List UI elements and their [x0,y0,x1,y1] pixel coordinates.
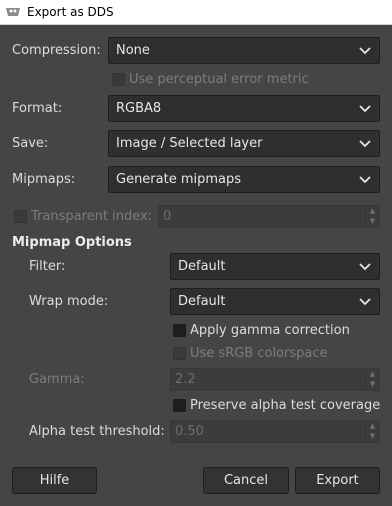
format-value: RGBA8 [116,101,162,116]
preserve-alpha-checkbox[interactable]: Preserve alpha test coverage [173,398,380,413]
alpha-threshold-label: Alpha test threshold: [29,424,165,439]
gimp-icon [5,5,21,19]
chevron-down-icon [359,298,371,306]
mipmap-options-heading: Mipmap Options [12,235,132,250]
chevron-down-icon [359,105,371,113]
spin-arrows[interactable]: ▲ ▼ [365,369,379,390]
format-label: Format: [12,101,63,116]
checkbox-box [173,399,186,412]
chevron-down-icon [359,263,371,271]
format-dropdown[interactable]: RGBA8 [108,95,380,122]
triangle-down-icon[interactable]: ▼ [366,379,379,389]
triangle-up-icon[interactable]: ▲ [366,369,379,379]
triangle-down-icon[interactable]: ▼ [366,431,379,441]
window-title: Export as DDS [27,5,114,19]
help-button[interactable]: Hilfe [12,467,97,494]
save-label: Save: [12,136,49,151]
checkbox-box [14,210,27,223]
triangle-up-icon[interactable]: ▲ [366,421,379,431]
checkbox-box [173,324,186,337]
triangle-down-icon[interactable]: ▼ [366,216,379,226]
mipmaps-dropdown[interactable]: Generate mipmaps [108,166,380,193]
gamma-correction-label: Apply gamma correction [190,323,350,338]
transparent-index-label: Transparent index: [31,209,153,224]
filter-value: Default [178,259,226,274]
mipmaps-label: Mipmaps: [12,172,76,187]
compression-dropdown[interactable]: None [108,37,380,64]
export-button[interactable]: Export [295,467,380,494]
gamma-spinner[interactable]: 2.2 ▲ ▼ [170,368,380,391]
transparent-index-spinner[interactable]: 0 ▲ ▼ [158,205,380,228]
transparent-index-checkbox[interactable]: Transparent index: [14,209,152,224]
checkbox-box [173,347,186,360]
gamma-correction-checkbox[interactable]: Apply gamma correction [173,323,350,338]
gamma-label: Gamma: [29,372,85,387]
chevron-down-icon [359,140,371,148]
triangle-up-icon[interactable]: ▲ [366,206,379,216]
mipmaps-value: Generate mipmaps [116,172,242,187]
compression-label: Compression: [12,43,101,58]
perceptual-metric-checkbox[interactable]: Use perceptual error metric [112,72,309,87]
spin-arrows[interactable]: ▲ ▼ [365,206,379,227]
perceptual-metric-label: Use perceptual error metric [129,72,309,87]
srgb-label: Use sRGB colorspace [190,346,328,361]
save-dropdown[interactable]: Image / Selected layer [108,130,380,157]
srgb-checkbox[interactable]: Use sRGB colorspace [173,346,328,361]
spin-arrows[interactable]: ▲ ▼ [365,421,379,442]
alpha-threshold-value: 0.50 [175,424,204,439]
preserve-alpha-label: Preserve alpha test coverage [190,398,381,413]
title-bar: Export as DDS [0,0,392,25]
transparent-index-value: 0 [163,209,172,224]
filter-label: Filter: [29,259,66,274]
wrap-mode-value: Default [178,294,226,309]
checkbox-box [112,73,125,86]
compression-value: None [116,43,150,58]
wrap-mode-dropdown[interactable]: Default [170,288,380,315]
wrap-mode-label: Wrap mode: [29,294,109,309]
chevron-down-icon [359,176,371,184]
filter-dropdown[interactable]: Default [170,253,380,280]
chevron-down-icon [359,47,371,55]
cancel-button[interactable]: Cancel [203,467,289,494]
save-value: Image / Selected layer [116,136,263,151]
alpha-threshold-spinner[interactable]: 0.50 ▲ ▼ [170,420,380,443]
gamma-value: 2.2 [175,372,196,387]
